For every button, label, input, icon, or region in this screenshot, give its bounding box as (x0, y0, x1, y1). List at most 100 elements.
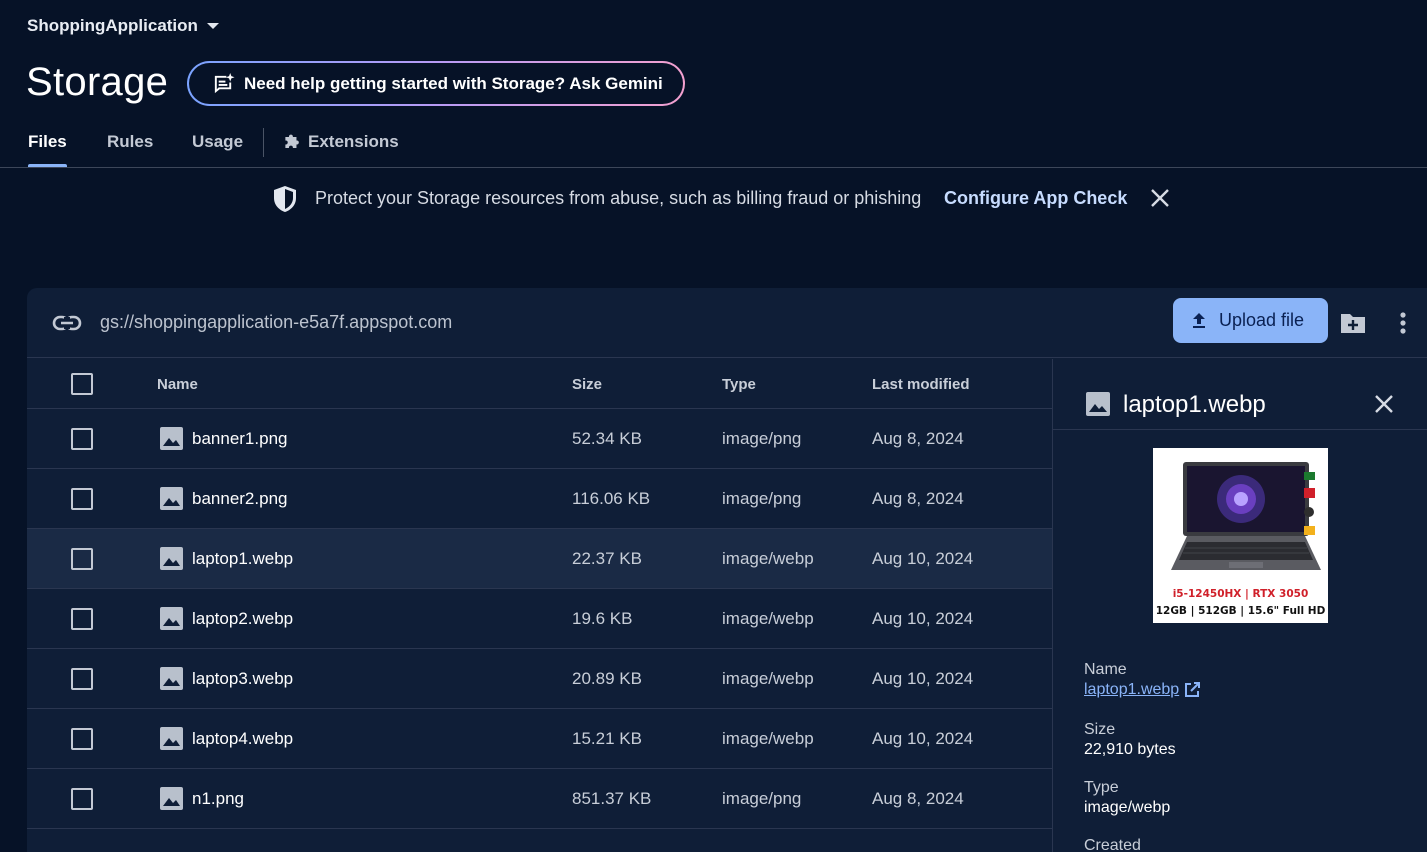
upload-file-button[interactable]: Upload file (1173, 298, 1328, 343)
tab-files[interactable]: Files (28, 132, 67, 152)
bucket-toolbar: gs://shoppingapplication-e5a7f.appspot.c… (27, 288, 1427, 358)
file-last-modified: Aug 10, 2024 (872, 549, 974, 568)
table-row[interactable]: laptop2.webp 19.6 KB image/webp Aug 10, 202… (27, 589, 1052, 649)
table-row[interactable]: laptop3.webp 20.89 KB image/webp Aug 10, 20… (27, 649, 1052, 709)
row-checkbox[interactable] (71, 548, 93, 570)
file-type: image/png (722, 429, 802, 448)
preview-caption: i5-12450HX | RTX 3050 12GB | 512GB | 15.… (1155, 588, 1326, 617)
ask-gemini-button[interactable]: Need help getting started with Storage? … (187, 61, 685, 106)
tab-divider (263, 128, 264, 157)
tab-rules[interactable]: Rules (107, 132, 153, 152)
project-selector[interactable]: ShoppingApplication (27, 16, 220, 36)
image-file-icon (159, 666, 184, 691)
open-in-new-icon (1185, 682, 1201, 697)
file-name[interactable]: laptop2.webp (192, 609, 293, 629)
files-table: Name Size Type Last modified banner1.png… (27, 359, 1052, 852)
tab-label: Files (28, 132, 67, 151)
banner-message: Protect your Storage resources from abus… (315, 188, 922, 208)
link-icon[interactable] (52, 310, 82, 336)
file-name[interactable]: banner2.png (192, 489, 287, 509)
tab-bar: Files Rules Usage Extensions (0, 124, 1427, 168)
chat-spark-icon (214, 72, 235, 94)
file-last-modified: Aug 10, 2024 (872, 609, 974, 628)
file-details-panel: laptop1.webp i5-12450HX | RTX 3050 12GB … (1052, 359, 1427, 852)
extension-puzzle-icon (285, 134, 299, 148)
file-name-link[interactable]: laptop1.webp (1084, 681, 1201, 699)
file-size: 20.89 KB (572, 669, 642, 688)
file-size: 52.34 KB (572, 429, 642, 448)
page-header: ShoppingApplication Storage Need help ge… (0, 0, 1427, 168)
column-header-type[interactable]: Type (722, 376, 756, 393)
configure-app-check-link[interactable]: Configure App Check (944, 188, 1127, 209)
more-vert-icon[interactable] (1393, 309, 1413, 337)
image-file-icon (159, 786, 184, 811)
image-preview: i5-12450HX | RTX 3050 12GB | 512GB | 15.… (1153, 448, 1328, 623)
preview-specs-line2: 12GB | 512GB | 15.6" Full HD (1155, 605, 1326, 617)
select-all-checkbox[interactable] (71, 373, 93, 395)
table-row[interactable]: laptop1.webp 22.37 KB image/webp Aug 10, 20… (27, 529, 1052, 589)
created-label: Created (1084, 837, 1141, 852)
details-header: laptop1.webp (1053, 359, 1427, 430)
storage-panel: gs://shoppingapplication-e5a7f.appspot.c… (27, 288, 1427, 852)
close-icon[interactable] (1372, 392, 1396, 416)
bucket-path[interactable]: gs://shoppingapplication-e5a7f.appspot.c… (100, 312, 452, 333)
file-type: image/png (722, 789, 802, 808)
file-name[interactable]: laptop1.webp (192, 549, 293, 569)
file-name[interactable]: laptop4.webp (192, 729, 293, 749)
preview-specs-line1: i5-12450HX | RTX 3050 (1172, 588, 1309, 600)
image-icon (1086, 392, 1110, 416)
table-row[interactable]: banner1.png 52.34 KB image/png Aug 8, 2024 (27, 409, 1052, 469)
file-name-link-text: laptop1.webp (1084, 681, 1180, 698)
caret-down-icon (206, 23, 219, 29)
type-label: Type (1084, 779, 1119, 796)
table-row[interactable]: laptop4.webp 15.21 KB image/webp Aug 10, 20… (27, 709, 1052, 769)
image-file-icon (159, 606, 184, 631)
size-value: 22,910 bytes (1084, 741, 1176, 758)
laptop-image (1153, 448, 1328, 588)
tab-label: Rules (107, 132, 154, 151)
column-header-last-modified[interactable]: Last modified (872, 376, 970, 393)
row-checkbox[interactable] (71, 668, 93, 690)
file-last-modified: Aug 10, 2024 (872, 669, 974, 688)
page-title: Storage (26, 60, 169, 104)
image-file-icon (159, 486, 184, 511)
file-last-modified: Aug 10, 2024 (872, 729, 974, 748)
file-name[interactable]: laptop3.webp (192, 669, 293, 689)
tab-usage[interactable]: Usage (192, 132, 243, 152)
file-size: 15.21 KB (572, 729, 642, 748)
name-label: Name (1084, 661, 1127, 678)
file-name[interactable]: n1.png (192, 789, 244, 809)
project-name: ShoppingApplication (27, 16, 198, 35)
file-size: 22.37 KB (572, 549, 642, 568)
close-icon[interactable] (1149, 187, 1171, 209)
create-folder-icon[interactable] (1339, 310, 1367, 336)
row-checkbox[interactable] (71, 608, 93, 630)
file-last-modified: Aug 8, 2024 (872, 489, 964, 508)
ask-gemini-label: Need help getting started with Storage? … (244, 73, 663, 93)
table-row[interactable]: n1.png 851.37 KB image/png Aug 8, 2024 (27, 769, 1052, 829)
file-last-modified: Aug 8, 2024 (872, 789, 964, 808)
file-type: image/png (722, 489, 802, 508)
details-title: laptop1.webp (1123, 391, 1266, 418)
file-type: image/webp (722, 609, 814, 628)
image-file-icon (159, 726, 184, 751)
upload-file-label: Upload file (1219, 310, 1305, 330)
type-value: image/webp (1084, 799, 1171, 816)
tab-label: Extensions (308, 132, 399, 151)
row-checkbox[interactable] (71, 788, 93, 810)
column-header-size[interactable]: Size (572, 376, 602, 393)
file-type: image/webp (722, 669, 814, 688)
file-type: image/webp (722, 729, 814, 748)
table-row[interactable]: banner2.png 116.06 KB image/png Aug 8, 2024 (27, 469, 1052, 529)
file-last-modified: Aug 8, 2024 (872, 429, 964, 448)
app-check-banner: Protect your Storage resources from abus… (0, 180, 1427, 220)
column-header-name[interactable]: Name (157, 376, 198, 393)
file-name[interactable]: banner1.png (192, 429, 287, 449)
active-tab-indicator (28, 164, 67, 167)
tab-extensions[interactable]: Extensions (283, 132, 399, 152)
upload-icon (1193, 312, 1205, 328)
size-label: Size (1084, 721, 1116, 738)
row-checkbox[interactable] (71, 728, 93, 750)
row-checkbox[interactable] (71, 488, 93, 510)
row-checkbox[interactable] (71, 428, 93, 450)
